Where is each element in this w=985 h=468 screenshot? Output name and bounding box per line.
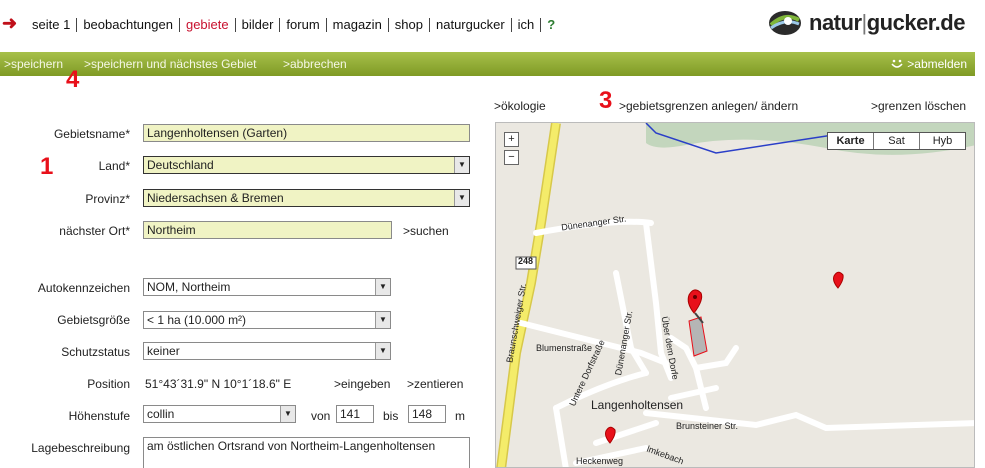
protection-select[interactable]: keiner ▼ [143,342,391,360]
size-label: Gebietsgröße [57,313,130,327]
nav-item-forum[interactable]: forum [279,18,325,32]
nav-item-bilder[interactable]: bilder [234,18,280,32]
town-label: nächster Ort* [59,224,130,238]
nav-item-magazin[interactable]: magazin [325,18,388,32]
location-label: Lagebeschreibung [31,441,130,455]
road-number-label: 248 [518,256,534,266]
altitude-select[interactable]: collin ▼ [143,405,296,423]
top-navigation: ➜ seite 1 beobachtungen gebiete bilder f… [0,0,985,48]
street-label: Heckenweg [576,456,624,466]
marker-4: 4 [66,66,80,93]
plate-select[interactable]: NOM, Northeim ▼ [143,278,391,296]
map-type-hyb[interactable]: Hyb [919,133,965,149]
map-type-karte[interactable]: Karte [828,133,873,149]
logo-text: natur|gucker.de [809,10,965,35]
action-bar: >speichern >speichern und nächstes Gebie… [0,52,975,76]
chevron-down-icon: ▼ [375,312,390,328]
altitude-label: Höhenstufe [68,409,130,423]
cancel-link[interactable]: >abbrechen [283,57,347,71]
save-next-link[interactable]: >speichern und nächstes Gebiet [84,57,256,71]
chevron-down-icon: ▼ [280,406,295,422]
zoom-out-button[interactable]: − [504,150,519,165]
to-label: bis [383,409,399,423]
street-label: Blumenstraße [536,343,593,353]
location-textarea[interactable]: am östlichen Ortsrand von Northeim-Lange… [143,437,470,468]
delete-boundaries-link[interactable]: >grenzen löschen [871,99,966,113]
help-link[interactable]: ? [540,18,561,32]
town-label: Langenholtensen [591,398,684,412]
logout-link[interactable]: >abmelden [891,57,967,71]
name-label: Gebietsname* [53,127,130,141]
protection-label: Schutzstatus [61,345,130,359]
chevron-down-icon: ▼ [375,343,390,359]
center-map-link[interactable]: >zentieren [407,377,463,391]
site-logo[interactable]: natur|gucker.de [767,6,977,40]
position-value: 51°43´31.9" N 10°1´18.6" E [145,377,292,391]
map-type-sat[interactable]: Sat [873,133,919,149]
town-field[interactable]: Northeim [143,221,392,239]
search-link[interactable]: >suchen [403,224,449,238]
size-select[interactable]: < 1 ha (10.000 m²) ▼ [143,311,391,329]
back-arrow-icon[interactable]: ➜ [2,13,17,33]
chevron-down-icon: ▼ [454,190,469,206]
nav-item-naturgucker[interactable]: naturgucker [429,18,511,32]
map-canvas [496,123,974,467]
from-label: von [311,409,331,423]
nav-item-shop[interactable]: shop [387,18,429,32]
province-label: Provinz* [85,192,130,206]
country-label: Land* [98,159,130,173]
smile-icon [891,59,903,68]
plate-label: Autokennzeichen [37,281,130,295]
enter-position-link[interactable]: >eingeben [334,377,390,391]
map-view[interactable]: + − Karte Sat Hyb 248 Dünenanger Str. Br… [495,122,975,468]
save-link[interactable]: >speichern [4,57,63,71]
country-select[interactable]: Deutschland ▼ [143,156,470,174]
map-type-switcher: Karte Sat Hyb [827,132,966,150]
zoom-in-button[interactable]: + [504,132,519,147]
nav-links: seite 1 beobachtungen gebiete bilder for… [26,18,561,32]
name-field[interactable]: Langenholtensen (Garten) [143,124,470,142]
logo-eye-icon [767,8,803,38]
position-label: Position [87,377,130,391]
nav-item-beobachtungen[interactable]: beobachtungen [76,18,179,32]
nav-item-seite1[interactable]: seite 1 [26,18,76,32]
marker-3: 3 [599,87,613,114]
ecology-link[interactable]: >ökologie [494,99,546,113]
province-select[interactable]: Niedersachsen & Bremen ▼ [143,189,470,207]
chevron-down-icon: ▼ [375,279,390,295]
unit-label: m [455,409,465,423]
altitude-to-input[interactable]: 148 [408,405,446,423]
boundaries-link[interactable]: >gebietsgrenzen anlegen/ ändern [619,99,798,113]
chevron-down-icon: ▼ [454,157,469,173]
street-label: Brunsteiner Str. [676,421,739,431]
nav-item-ich[interactable]: ich [510,18,541,32]
nav-item-gebiete[interactable]: gebiete [178,18,235,32]
altitude-from-input[interactable]: 141 [336,405,374,423]
